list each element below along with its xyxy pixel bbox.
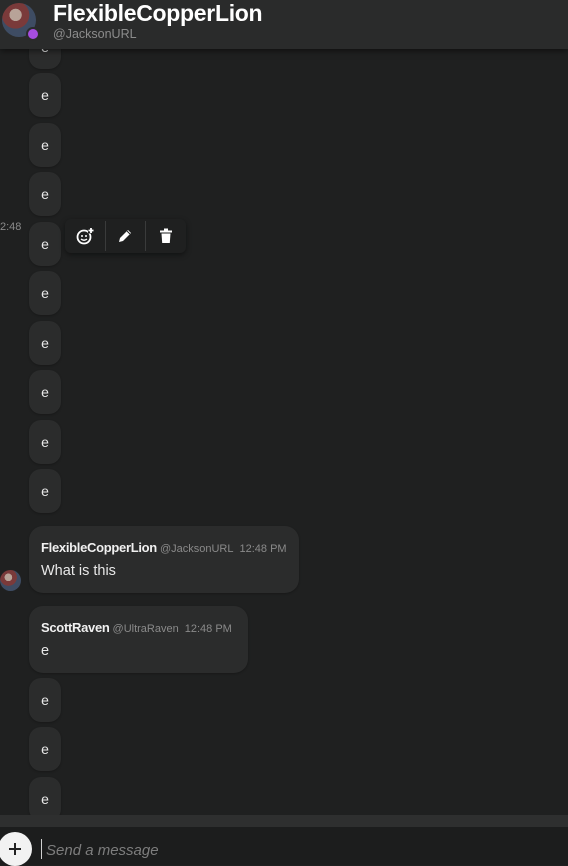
- message-bubble[interactable]: e: [29, 370, 61, 414]
- chat-title: FlexibleCopperLion: [53, 0, 263, 26]
- sender-avatar[interactable]: [0, 570, 21, 591]
- sender-username: @JacksonURL: [159, 543, 234, 555]
- message-card[interactable]: ScottRaven @UltraRaven 12:48 PM e: [29, 606, 248, 673]
- message-bubble[interactable]: e: [29, 777, 61, 815]
- message-time: 12:48 PM: [184, 623, 232, 635]
- status-indicator: [26, 27, 40, 41]
- text-caret: [41, 839, 42, 859]
- message-time: 12:48 PM: [239, 543, 287, 555]
- add-reaction-button[interactable]: [65, 219, 105, 253]
- trash-icon: [160, 228, 173, 243]
- chat-header: FlexibleCopperLion @JacksonURL: [0, 0, 568, 49]
- message-bubble-hovered[interactable]: e: [29, 222, 61, 266]
- message-bubble[interactable]: e: [29, 271, 61, 315]
- message-bubble[interactable]: e: [29, 727, 61, 771]
- message-bubble[interactable]: e: [29, 321, 61, 365]
- delete-button[interactable]: [146, 219, 186, 253]
- sender-name[interactable]: FlexibleCopperLion: [41, 540, 157, 555]
- message-text: e: [41, 643, 50, 659]
- message-timestamp: 2:48: [0, 221, 22, 233]
- message-action-toolbar: [65, 219, 186, 253]
- message-meta: FlexibleCopperLion @JacksonURL 12:48 PM: [41, 539, 287, 557]
- sender-name[interactable]: ScottRaven: [41, 620, 110, 635]
- add-attachment-button[interactable]: [0, 832, 32, 866]
- message-bubble[interactable]: e: [29, 678, 61, 722]
- message-meta: ScottRaven @UltraRaven 12:48 PM: [41, 619, 232, 637]
- pencil-icon: [119, 230, 132, 242]
- message-list[interactable]: e e e e 2:48 e: [0, 49, 568, 815]
- message-bubble[interactable]: e: [29, 49, 61, 69]
- composer-divider: [0, 815, 568, 827]
- message-bubble[interactable]: e: [29, 172, 61, 216]
- message-bubble[interactable]: e: [29, 420, 61, 464]
- add-reaction-icon: [76, 227, 94, 245]
- sender-username: @UltraRaven: [112, 623, 179, 635]
- plus-icon: [9, 843, 21, 855]
- message-bubble[interactable]: e: [29, 469, 61, 513]
- edit-button[interactable]: [106, 219, 146, 253]
- message-text: What is this: [41, 563, 116, 579]
- message-composer: [0, 815, 568, 866]
- message-bubble[interactable]: e: [29, 73, 61, 117]
- message-bubble[interactable]: e: [29, 123, 61, 167]
- message-input[interactable]: [44, 837, 548, 863]
- message-card[interactable]: FlexibleCopperLion @JacksonURL 12:48 PM Wh…: [29, 526, 299, 593]
- chat-handle: @JacksonURL: [53, 27, 137, 41]
